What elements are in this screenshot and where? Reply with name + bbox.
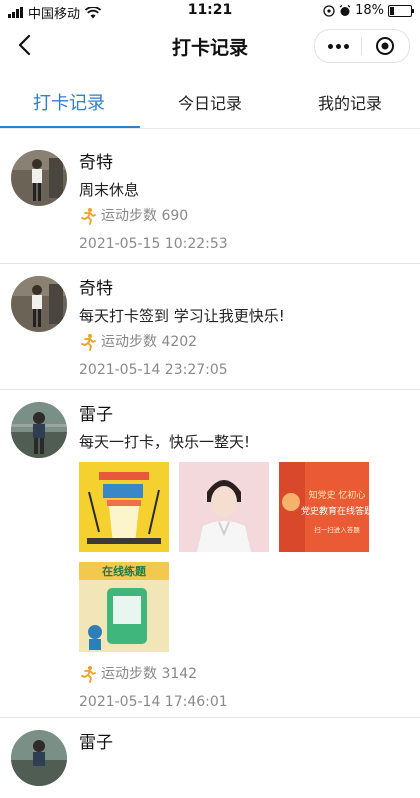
poster-line2: 党史教育在线答题 <box>301 505 369 517</box>
post-image-portrait[interactable] <box>179 462 269 552</box>
alarm-icon <box>339 4 351 16</box>
post-image-poster-green[interactable]: 在线练题 <box>79 562 169 652</box>
runner-icon <box>81 666 96 683</box>
user-name[interactable]: 奇特 <box>79 150 406 176</box>
steps-count: 运动步数 690 <box>101 208 189 224</box>
steps-count: 运动步数 3142 <box>101 666 198 682</box>
steps-row: 运动步数 3142 <box>79 662 406 686</box>
runner-icon <box>81 208 96 225</box>
runner-icon <box>81 334 96 351</box>
post-body: 奇特 每天打卡签到 学习让我更快乐! 运动步数 4202 2021-05-14 … <box>79 264 420 394</box>
user-name[interactable]: 奇特 <box>79 276 406 302</box>
poster-green-title: 在线练题 <box>102 564 147 578</box>
post-body: 雷子 <box>79 718 420 756</box>
location-icon <box>323 4 335 17</box>
checkin-post: 雷子 每天一打卡，快乐一整天! 知党史 忆初心 党史教育在线答题 扫一扫进入答题… <box>0 390 420 718</box>
user-name[interactable]: 雷子 <box>79 402 406 428</box>
checkin-post: 雷子 <box>0 718 420 798</box>
image-grid: 知党史 忆初心 党史教育在线答题 扫一扫进入答题 在线练题 <box>79 462 406 652</box>
avatar[interactable] <box>11 276 67 332</box>
steps-row: 运动步数 690 <box>79 204 406 228</box>
mini-program-capsule <box>314 29 410 63</box>
steps-count: 运动步数 4202 <box>101 334 198 350</box>
post-content: 周末休息 <box>79 181 140 199</box>
poster-line3: 扫一扫进入答题 <box>314 525 360 534</box>
close-mini-program-icon[interactable] <box>362 30 408 62</box>
steps-row: 运动步数 4202 <box>79 330 406 354</box>
battery-percent: 18% <box>355 3 384 18</box>
post-content: 每天一打卡，快乐一整天! <box>79 433 251 451</box>
post-timestamp: 2021-05-15 10:22:53 <box>79 236 228 252</box>
post-body: 奇特 周末休息 运动步数 690 2021-05-15 10:22:53 <box>79 130 420 268</box>
post-image-poster[interactable]: 知党史 忆初心 党史教育在线答题 扫一扫进入答题 <box>279 462 369 552</box>
avatar[interactable] <box>11 150 67 206</box>
checkin-feed: 奇特 周末休息 运动步数 690 2021-05-15 10:22:53 奇特 … <box>0 130 420 798</box>
checkin-post: 奇特 周末休息 运动步数 690 2021-05-15 10:22:53 <box>0 130 420 264</box>
battery-icon <box>388 4 414 17</box>
avatar[interactable] <box>11 402 67 458</box>
tab-checkin-records[interactable]: 打卡记录 <box>33 89 105 115</box>
tab-bar: 打卡记录 今日记录 我的记录 <box>0 78 420 129</box>
tab-my-records[interactable]: 我的记录 <box>318 90 382 114</box>
post-content: 每天打卡签到 学习让我更快乐! <box>79 307 285 325</box>
user-name[interactable]: 雷子 <box>79 730 406 756</box>
avatar[interactable] <box>11 730 67 786</box>
checkin-post: 奇特 每天打卡签到 学习让我更快乐! 运动步数 4202 2021-05-14 … <box>0 264 420 390</box>
nav-bar: 打卡记录 <box>0 22 420 68</box>
status-right: 18% <box>323 3 414 18</box>
post-image-illustration[interactable] <box>79 462 169 552</box>
poster-line1: 知党史 忆初心 <box>309 489 366 501</box>
post-timestamp: 2021-05-14 23:27:05 <box>79 362 228 378</box>
status-bar: 中国移动 11:21 18% <box>0 0 420 22</box>
tab-today-records[interactable]: 今日记录 <box>178 90 242 114</box>
post-body: 雷子 每天一打卡，快乐一整天! 知党史 忆初心 党史教育在线答题 扫一扫进入答题… <box>79 390 420 726</box>
more-icon[interactable] <box>315 30 361 62</box>
active-tab-indicator <box>0 126 140 128</box>
